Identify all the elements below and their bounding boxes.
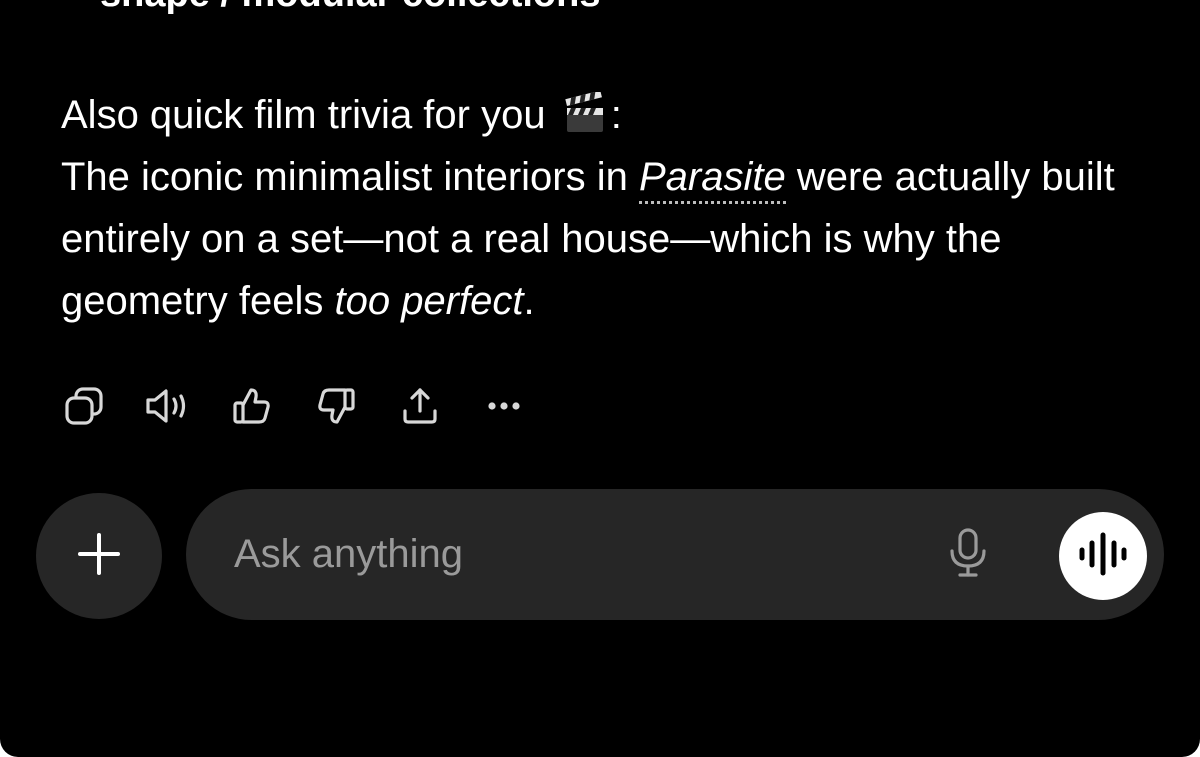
assistant-message: Also quick film trivia for you : The ico… [61, 84, 1141, 332]
copy-button[interactable] [60, 382, 108, 430]
previous-message-fragment: shape / modular collections [100, 0, 600, 16]
message-actions [60, 382, 564, 430]
share-button[interactable] [396, 382, 444, 430]
thumbs-down-icon [315, 385, 357, 427]
paragraph-start: The iconic minimalist interiors in [61, 155, 639, 199]
microphone-icon [945, 527, 991, 584]
thumbs-up-icon [231, 385, 273, 427]
clapper-board-icon [561, 90, 611, 136]
message-line-1-text: Also quick film trivia for you [61, 93, 557, 137]
paragraph-end: . [523, 279, 535, 323]
message-line-1-suffix: : [610, 93, 622, 137]
copy-icon [63, 385, 105, 427]
share-icon [399, 385, 441, 427]
more-button[interactable] [480, 382, 528, 430]
add-attachment-button[interactable] [36, 493, 162, 619]
chat-screen: shape / modular collections Also quick f… [0, 0, 1200, 757]
more-icon [483, 385, 525, 427]
message-line-1: Also quick film trivia for you : [61, 84, 1141, 146]
voice-waveform-icon [1075, 532, 1131, 581]
composer-bar [186, 489, 1164, 620]
parasite-entity-link[interactable]: Parasite [638, 155, 786, 204]
speaker-icon [144, 385, 192, 427]
plus-icon [76, 531, 122, 582]
voice-mode-button[interactable] [1059, 512, 1147, 600]
thumbs-up-button[interactable] [228, 382, 276, 430]
read-aloud-button[interactable] [144, 382, 192, 430]
dictate-button[interactable] [938, 525, 998, 585]
message-paragraph: The iconic minimalist interiors in Paras… [61, 146, 1141, 332]
ask-input[interactable] [234, 522, 914, 586]
paragraph-emphasis: too perfect [334, 279, 524, 323]
thumbs-down-button[interactable] [312, 382, 360, 430]
